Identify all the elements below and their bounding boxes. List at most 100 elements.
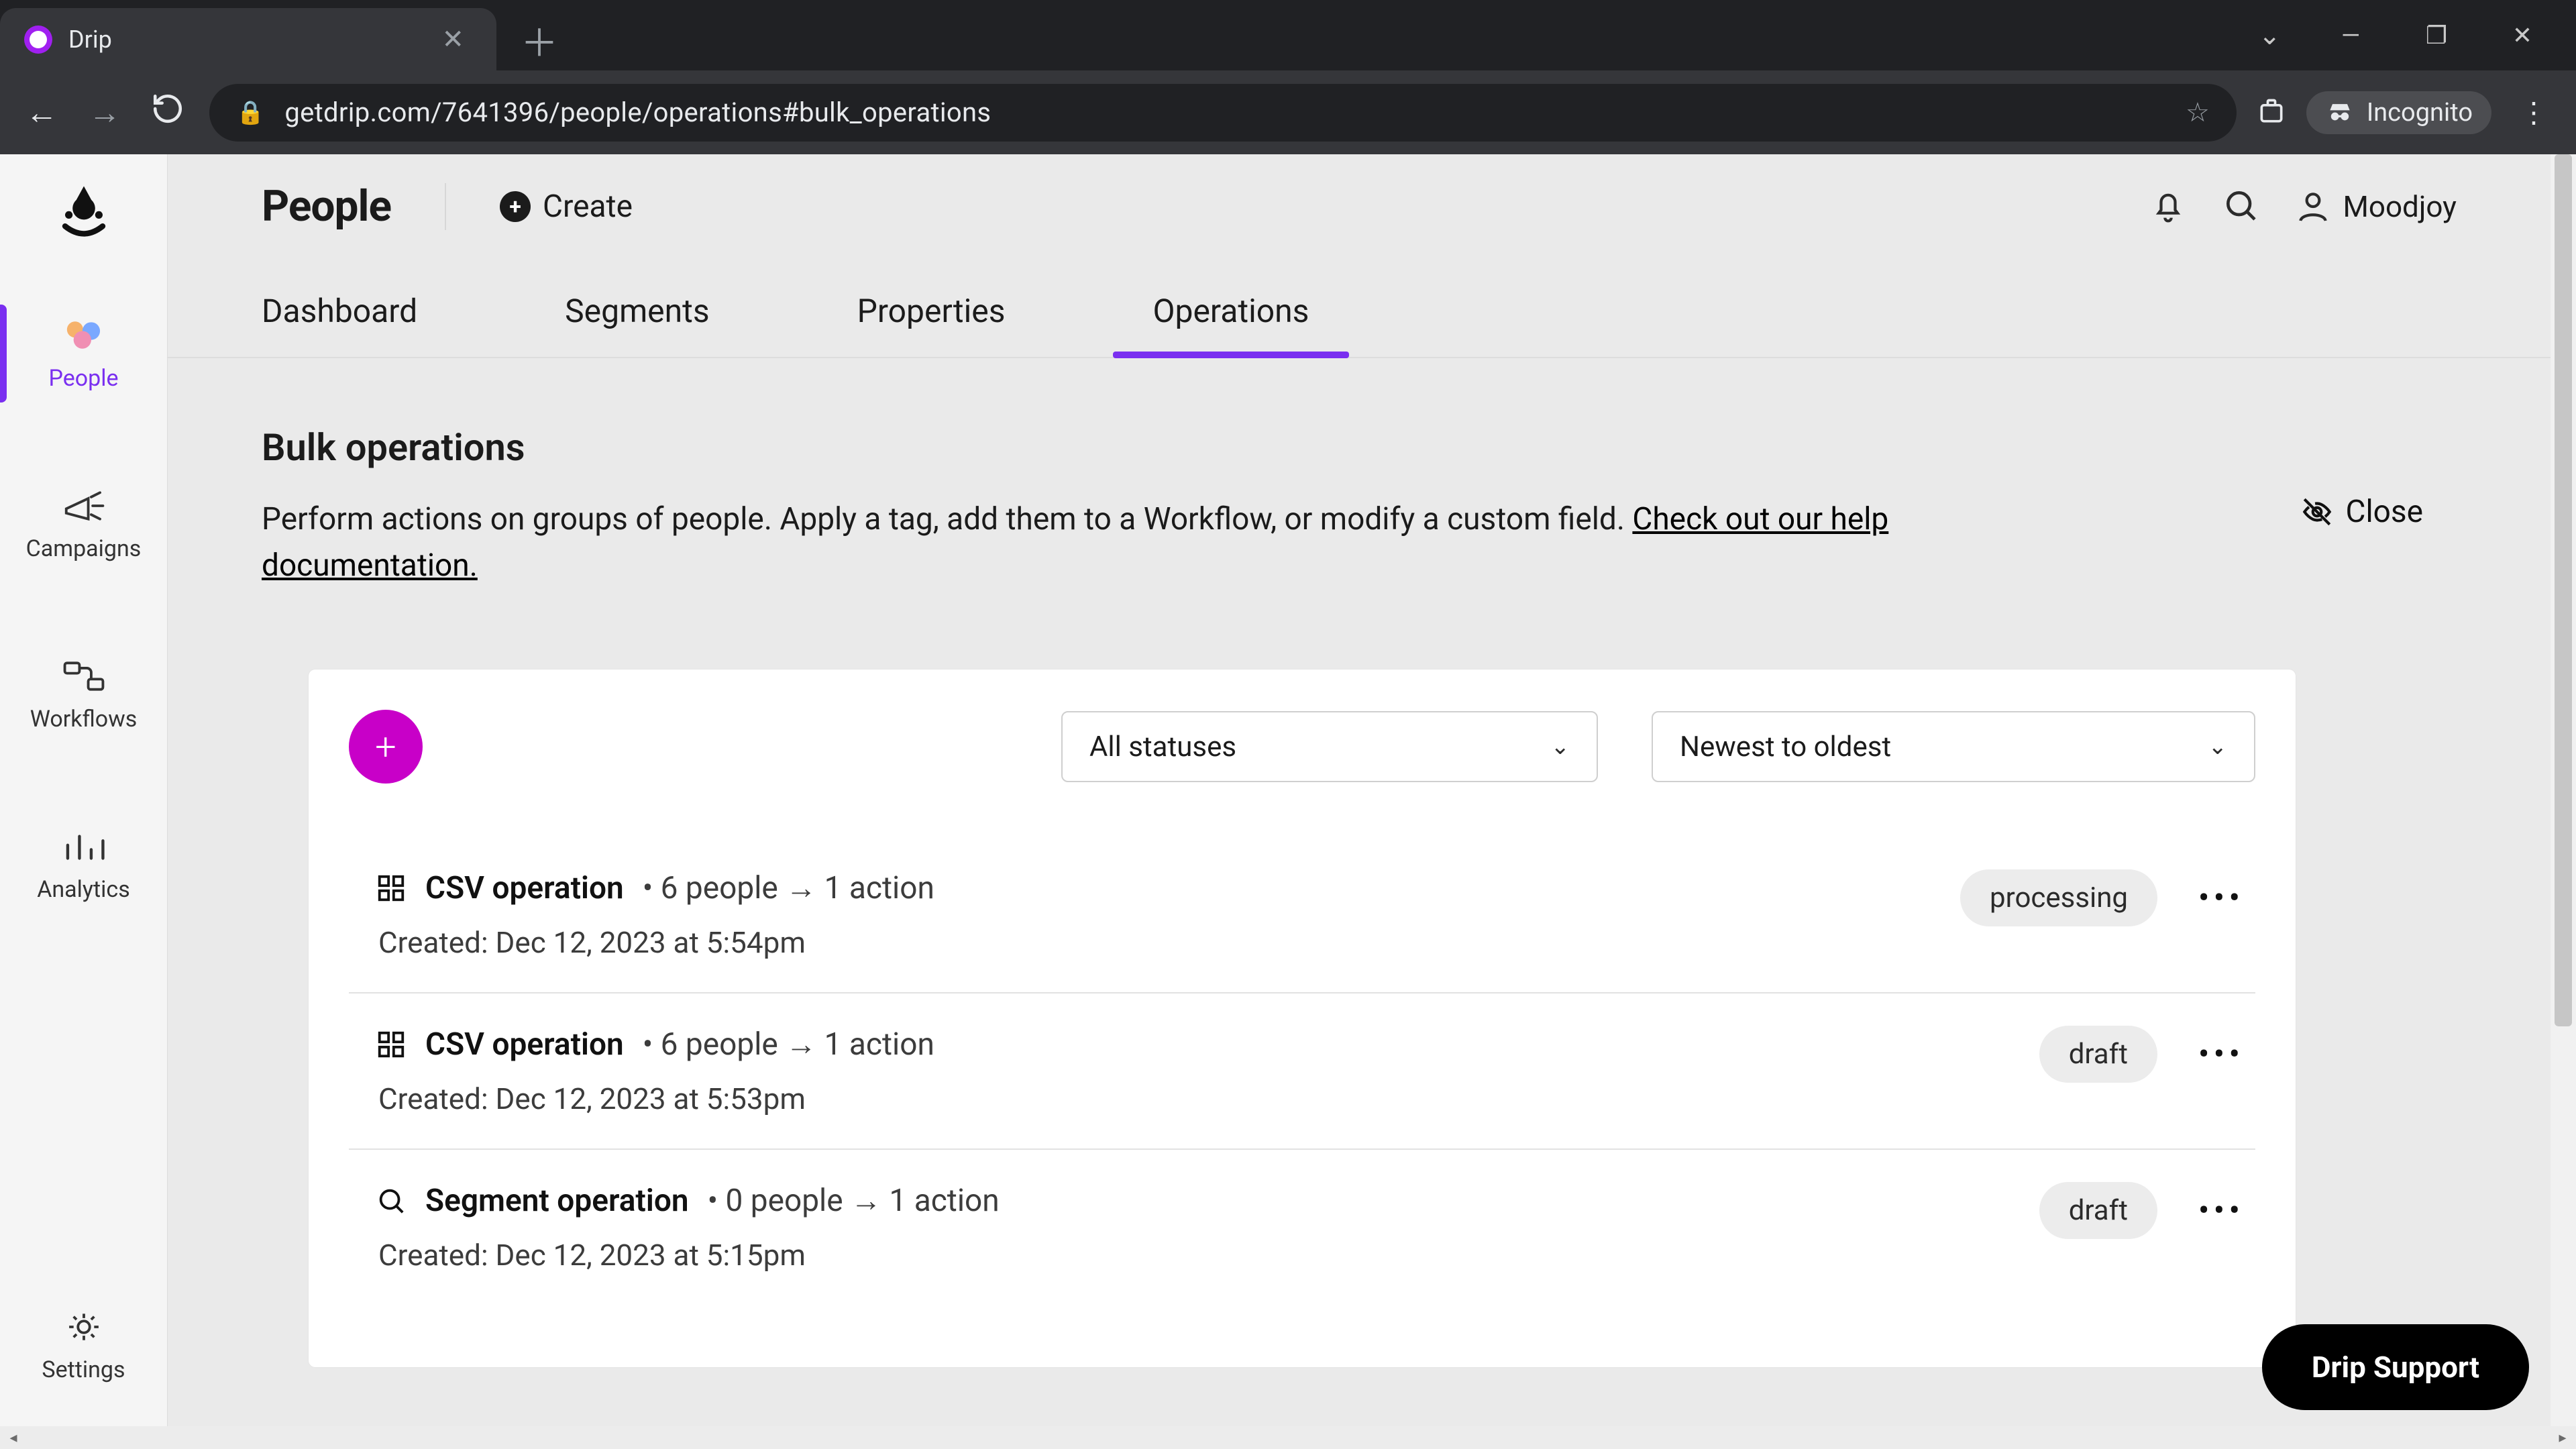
incognito-chip[interactable]: Incognito [2306, 91, 2491, 134]
browser-menu-icon[interactable]: ⋮ [2512, 96, 2556, 129]
card-toolbar: + All statuses ⌄ Newest to oldest ⌄ [349, 710, 2255, 784]
status-badge: draft [2039, 1026, 2157, 1083]
url-text: getdrip.com/7641396/people/operations#bu… [284, 97, 991, 128]
tab-segments[interactable]: Segments [565, 292, 709, 357]
vertical-scrollbar-thumb[interactable] [2555, 154, 2572, 1026]
vertical-scrollbar[interactable] [2551, 154, 2576, 1426]
hscroll-left-arrow-icon[interactable]: ◂ [0, 1430, 27, 1446]
page-body: People + Create Moodjoy [168, 154, 2551, 1426]
chevron-down-icon: ⌄ [1551, 733, 1570, 760]
user-icon [2294, 188, 2332, 225]
gear-icon [60, 1307, 107, 1347]
grid-icon [376, 873, 407, 904]
operation-name: Segment operation [425, 1183, 689, 1219]
browser-toolbar: ← → 🔒 getdrip.com/7641396/people/operati… [0, 70, 2576, 154]
sidebar-item-label: People [48, 365, 118, 392]
hscroll-right-arrow-icon[interactable]: ▸ [2549, 1430, 2576, 1446]
operation-row[interactable]: Segment operation • 0 people → 1 action … [349, 1150, 2255, 1305]
sort-value: Newest to oldest [1680, 731, 1891, 763]
browser-tab[interactable]: Drip ✕ [0, 8, 496, 70]
people-icon [60, 315, 107, 356]
sidebar-item-campaigns[interactable]: Campaigns [0, 470, 167, 578]
sidebar-item-settings[interactable]: Settings [0, 1291, 167, 1399]
sidebar-item-people[interactable]: People [0, 299, 167, 408]
nav-reload-icon[interactable] [146, 92, 189, 133]
search-icon [376, 1185, 407, 1216]
tab-dashboard[interactable]: Dashboard [262, 292, 417, 357]
nav-forward-icon[interactable]: → [83, 93, 126, 131]
window-minimize-icon[interactable]: — [2334, 21, 2367, 50]
section-header: Bulk operations Perform actions on group… [168, 358, 2551, 1367]
operation-meta: • 0 people → 1 action [708, 1182, 1000, 1219]
page-header: People + Create Moodjoy [168, 154, 2551, 231]
incognito-label: Incognito [2367, 98, 2473, 127]
operation-meta: • 6 people → 1 action [643, 1026, 934, 1063]
nav-back-icon[interactable]: ← [20, 93, 63, 131]
operation-created: Created: Dec 12, 2023 at 5:53pm [376, 1081, 934, 1116]
operation-row[interactable]: CSV operation • 6 people → 1 action Crea… [349, 994, 2255, 1150]
tab-favicon [24, 25, 52, 54]
window-maximize-icon[interactable]: ❐ [2420, 21, 2453, 50]
window-close-icon[interactable]: ✕ [2506, 21, 2538, 50]
analytics-icon [60, 826, 107, 867]
extensions-icon[interactable] [2257, 97, 2286, 129]
tabs: Dashboard Segments Properties Operations [168, 231, 2551, 358]
page-title: People [262, 181, 391, 231]
horizontal-scrollbar[interactable]: ◂ ▸ [0, 1426, 2576, 1449]
section-desc-text: Perform actions on groups of people. App… [262, 501, 1632, 537]
brand-logo[interactable] [52, 181, 116, 237]
lock-icon: 🔒 [236, 99, 264, 126]
operation-meta: • 6 people → 1 action [643, 869, 934, 906]
address-bar[interactable]: 🔒 getdrip.com/7641396/people/operations#… [209, 84, 2237, 142]
tabs-overflow-icon[interactable]: ⌄ [2258, 19, 2281, 51]
plus-icon: + [500, 191, 531, 222]
tab-operations[interactable]: Operations [1153, 292, 1309, 357]
operation-created: Created: Dec 12, 2023 at 5:15pm [376, 1238, 1000, 1273]
status-badge: processing [1960, 869, 2157, 926]
incognito-icon [2325, 98, 2355, 127]
megaphone-icon [60, 486, 107, 526]
status-filter-value: All statuses [1089, 731, 1236, 763]
eye-off-icon [2300, 495, 2334, 529]
operations-list: CSV operation • 6 people → 1 action Crea… [349, 837, 2255, 1305]
chevron-down-icon: ⌄ [2208, 733, 2228, 760]
support-chat-button[interactable]: Drip Support [2262, 1324, 2529, 1410]
tab-properties[interactable]: Properties [857, 292, 1006, 357]
sidebar-item-workflows[interactable]: Workflows [0, 640, 167, 749]
operation-created: Created: Dec 12, 2023 at 5:54pm [376, 925, 934, 960]
notifications-icon[interactable] [2149, 186, 2187, 227]
sidebar-item-label: Workflows [30, 706, 138, 733]
section-description: Perform actions on groups of people. App… [262, 496, 2073, 589]
new-tab-button[interactable]: ＋ [521, 13, 558, 68]
close-button[interactable]: Close [2300, 494, 2424, 530]
sidebar-item-analytics[interactable]: Analytics [0, 810, 167, 919]
new-operation-button[interactable]: + [349, 710, 423, 784]
workflow-icon [60, 656, 107, 696]
operation-name: CSV operation [425, 870, 624, 906]
left-rail: People Campaigns Workflows Analytics [0, 154, 168, 1426]
operations-card: + All statuses ⌄ Newest to oldest ⌄ [309, 669, 2296, 1367]
header-divider [445, 183, 446, 230]
browser-titlebar: Drip ✕ ＋ ⌄ — ❐ ✕ [0, 0, 2576, 70]
create-button[interactable]: + Create [500, 189, 633, 225]
page-viewport: People Campaigns Workflows Analytics [0, 154, 2576, 1426]
operation-row[interactable]: CSV operation • 6 people → 1 action Crea… [349, 837, 2255, 994]
grid-icon [376, 1029, 407, 1060]
sort-select[interactable]: Newest to oldest ⌄ [1652, 711, 2255, 782]
create-label: Create [543, 189, 633, 225]
bookmark-star-icon[interactable]: ☆ [2186, 97, 2210, 128]
row-more-icon[interactable]: ••• [2198, 1035, 2245, 1074]
tab-close-icon[interactable]: ✕ [441, 23, 464, 55]
section-title: Bulk operations [262, 425, 2457, 470]
sidebar-item-label: Campaigns [26, 535, 142, 562]
user-menu[interactable]: Moodjoy [2294, 188, 2457, 225]
row-more-icon[interactable]: ••• [2198, 879, 2245, 918]
sidebar-item-label: Analytics [37, 876, 130, 903]
user-name: Moodjoy [2343, 189, 2457, 224]
search-icon[interactable] [2222, 186, 2259, 227]
window-controls: ⌄ — ❐ ✕ [2220, 0, 2576, 70]
status-badge: draft [2039, 1182, 2157, 1239]
row-more-icon[interactable]: ••• [2198, 1191, 2245, 1230]
close-label: Close [2346, 494, 2424, 530]
status-filter-select[interactable]: All statuses ⌄ [1061, 711, 1598, 782]
